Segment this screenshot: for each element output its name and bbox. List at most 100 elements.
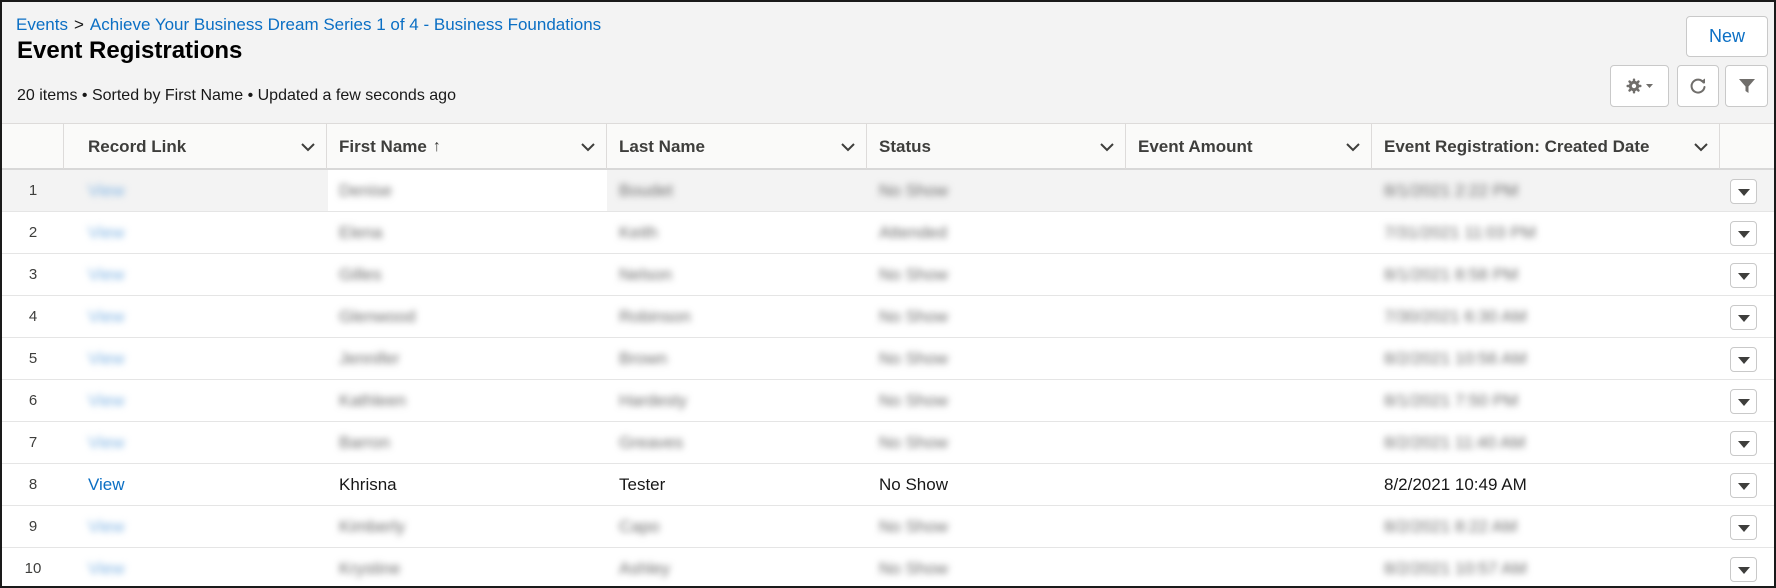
created-date-cell: 8/2/2021 10:57 AM [1384,558,1527,578]
record-link-cell[interactable]: View [88,422,125,463]
caret-down-icon [1737,434,1750,454]
first-name-cell: Krystine [339,558,401,578]
list-settings-button[interactable] [1610,65,1669,107]
last-name-cell: Hardesty [619,390,688,410]
status-cell: No Show [879,180,948,200]
row-actions-button[interactable] [1730,263,1757,288]
table-row[interactable]: 4 View Glenwood Robinson No Show 7/30/2021 6:… [2,296,1774,338]
chevron-down-icon[interactable] [1693,139,1709,160]
table-row[interactable]: 3 View Gilles Nelson No Show 8/1/2021 8:58 PM [2,254,1774,296]
first-name-cell: Gilles [339,264,382,284]
breadcrumb: Events > Achieve Your Business Dream Serie… [16,15,601,35]
row-number: 10 [24,560,42,577]
first-name-cell: Denise [339,180,392,200]
row-actions-button[interactable] [1730,221,1757,246]
column-label: First Name [339,136,427,156]
last-name-cell: Tester [619,474,666,494]
table-row[interactable]: 9 View Kimberly Capo No Show 8/2/2021 8:22 AM [2,506,1774,548]
status-cell: No Show [879,558,948,578]
registrations-table: Record Link First Name ↑ Last Name Statu… [2,123,1774,586]
record-link-cell[interactable]: View [88,380,125,421]
table-row[interactable]: 1 View Denise Boudet No Show 8/1/2021 2:22 PM [2,170,1774,212]
created-date-cell: 7/31/2021 11:03 PM [1384,222,1536,242]
table-row[interactable]: 10 View Krystine Ashley No Show 8/2/2021 10:5… [2,548,1774,586]
status-cell: No Show [879,432,948,452]
row-actions-button[interactable] [1730,305,1757,330]
table-row[interactable]: 2 View Elena Keith Attended 7/31/2021 11:03 P… [2,212,1774,254]
table-row[interactable]: 6 View Kathleen Hardesty No Show 8/1/2021 7:5… [2,380,1774,422]
caret-down-icon [1737,518,1750,538]
caret-down-icon [1737,392,1750,412]
record-link-cell[interactable]: View [88,506,125,547]
chevron-down-icon[interactable] [580,139,596,160]
column-header-status[interactable]: Status [867,124,1126,169]
created-date-cell: 8/1/2021 7:50 PM [1384,390,1519,410]
record-link-cell[interactable]: View [88,548,125,586]
table-row[interactable]: 7 View Barron Greaves No Show 8/2/2021 11:40 … [2,422,1774,464]
row-number: 3 [28,266,38,283]
caret-down-icon [1737,224,1750,244]
column-label: Event Registration: Created Date [1384,136,1650,156]
caret-down-icon [1737,182,1750,202]
list-view-header: Events > Achieve Your Business Dream Serie… [2,2,1774,123]
row-actions-header [1720,124,1774,169]
refresh-button[interactable] [1677,65,1719,107]
row-actions-button[interactable] [1730,179,1757,204]
row-actions-button[interactable] [1730,347,1757,372]
column-header-event-amount[interactable]: Event Amount [1126,124,1372,169]
page-title: Event Registrations [17,37,243,64]
row-actions-button[interactable] [1730,515,1757,540]
row-actions-button[interactable] [1730,389,1757,414]
record-link-cell[interactable]: View [88,464,125,505]
record-link-cell[interactable]: View [88,254,125,295]
breadcrumb-event-link[interactable]: Achieve Your Business Dream Series 1 of … [90,15,601,34]
row-number-header [2,124,64,169]
row-actions-button[interactable] [1730,473,1757,498]
column-header-last-name[interactable]: Last Name [607,124,867,169]
status-cell: Attended [879,222,948,242]
chevron-down-icon[interactable] [1345,139,1361,160]
chevron-down-icon[interactable] [300,139,316,160]
sort-ascending-icon: ↑ [432,137,441,155]
filter-icon [1737,76,1757,96]
last-name-cell: Brown [619,348,668,368]
app-frame: Events > Achieve Your Business Dream Serie… [0,0,1776,588]
row-number: 4 [28,308,38,325]
record-link-cell[interactable]: View [88,170,125,211]
last-name-cell: Robinson [619,306,691,326]
row-number: 7 [28,434,38,451]
record-link-cell[interactable]: View [88,212,125,253]
row-actions-button[interactable] [1730,431,1757,456]
row-number: 1 [28,182,38,199]
last-name-cell: Nelson [619,264,672,284]
column-header-record-link[interactable]: Record Link [76,124,327,169]
table-row[interactable]: 5 View Jennifer Brown No Show 8/2/2021 10:56 … [2,338,1774,380]
last-name-cell: Ashley [619,558,671,578]
breadcrumb-events-link[interactable]: Events [16,15,68,34]
created-date-cell: 7/30/2021 6:30 AM [1384,306,1527,326]
row-number: 5 [28,350,38,367]
caret-down-icon [1737,560,1750,580]
status-cell: No Show [879,264,948,284]
chevron-down-icon[interactable] [840,139,856,160]
row-actions-button[interactable] [1730,557,1757,582]
filter-button[interactable] [1725,65,1768,107]
last-name-cell: Capo [619,516,660,536]
first-name-cell: Khrisna [339,474,397,494]
record-link-cell[interactable]: View [88,296,125,337]
caret-down-icon [1737,350,1750,370]
last-name-cell: Greaves [619,432,684,452]
column-header-created-date[interactable]: Event Registration: Created Date [1372,124,1720,169]
table-row[interactable]: 8 View Khrisna Tester No Show 8/2/2021 10:49 … [2,464,1774,506]
row-number: 6 [28,392,38,409]
chevron-down-icon[interactable] [1099,139,1115,160]
new-button[interactable]: New [1686,16,1768,57]
column-label: Event Amount [1138,136,1253,156]
column-label: Record Link [88,136,187,156]
caret-down-icon [1737,476,1750,496]
refresh-icon [1688,76,1708,96]
column-header-first-name[interactable]: First Name ↑ [327,124,607,169]
record-link-cell[interactable]: View [88,338,125,379]
table-body: 1 View Denise Boudet No Show 8/1/2021 2:22 PM… [2,170,1774,586]
status-cell: No Show [879,516,948,536]
